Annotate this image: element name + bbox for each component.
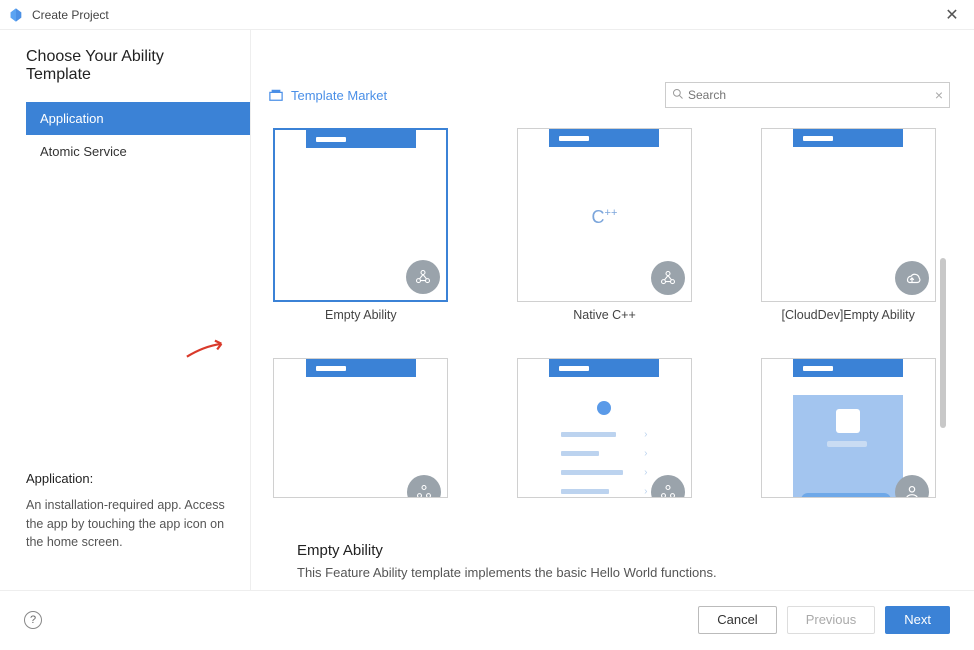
template-item[interactable] — [756, 358, 940, 498]
template-label: [CloudDev]Empty Ability — [781, 308, 914, 322]
annotation-arrow-icon — [183, 337, 229, 361]
top-row: Template Market × — [269, 82, 950, 108]
close-button[interactable]: ✕ — [938, 1, 966, 29]
template-clouddev-empty[interactable]: [CloudDev]Empty Ability — [756, 128, 940, 322]
tab-application[interactable]: Application — [26, 102, 250, 135]
template-badge-icon — [651, 475, 685, 498]
cloud-badge-icon — [895, 261, 929, 295]
cpp-icon: C++ — [549, 207, 659, 228]
search-icon — [672, 88, 684, 103]
tab-list: Application Atomic Service — [26, 102, 250, 168]
template-label: Native C++ — [573, 308, 636, 322]
template-thumb: › › › › — [517, 358, 692, 498]
detail-description: This Feature Ability template implements… — [297, 565, 950, 580]
template-badge-icon — [406, 260, 440, 294]
template-grid: Empty Ability C++ Native C++ — [269, 128, 950, 526]
description-block: Application: An installation-required ap… — [26, 471, 250, 572]
template-badge-icon — [895, 475, 929, 498]
next-button[interactable]: Next — [885, 606, 950, 634]
template-item[interactable] — [269, 358, 453, 498]
template-badge-icon — [407, 475, 441, 498]
template-thumb — [273, 128, 448, 302]
help-icon[interactable]: ? — [24, 611, 42, 629]
tab-atomic-service[interactable]: Atomic Service — [26, 135, 250, 168]
page-heading: Choose Your Ability Template — [26, 48, 250, 84]
template-badge-icon — [651, 261, 685, 295]
window-title: Create Project — [32, 8, 938, 22]
template-native-cpp[interactable]: C++ Native C++ — [513, 128, 697, 322]
template-thumb — [761, 128, 936, 302]
content-area: Choose Your Ability Template Application… — [0, 30, 974, 590]
left-panel: Choose Your Ability Template Application… — [0, 30, 251, 590]
selected-template-detail: Empty Ability This Feature Ability templ… — [269, 526, 950, 580]
search-box[interactable]: × — [665, 82, 950, 108]
description-body: An installation-required app. Access the… — [26, 496, 228, 552]
template-thumb: C++ — [517, 128, 692, 302]
scrollbar-thumb[interactable] — [940, 258, 946, 428]
search-input[interactable] — [688, 88, 935, 102]
template-empty-ability[interactable]: Empty Ability — [269, 128, 453, 322]
template-market-label: Template Market — [291, 88, 387, 103]
template-item[interactable]: › › › › — [513, 358, 697, 498]
template-market-link[interactable]: Template Market — [269, 88, 387, 103]
description-title: Application: — [26, 471, 228, 486]
template-thumb — [761, 358, 936, 498]
clear-search-icon[interactable]: × — [935, 87, 943, 103]
main-panel: Template Market × — [251, 30, 974, 590]
footer: ? Cancel Previous Next — [0, 590, 974, 648]
detail-title: Empty Ability — [297, 542, 950, 559]
template-label: Empty Ability — [325, 308, 397, 322]
market-icon — [269, 88, 283, 102]
template-thumb — [273, 358, 448, 498]
app-logo-icon — [8, 7, 24, 23]
previous-button: Previous — [787, 606, 876, 634]
titlebar: Create Project ✕ — [0, 0, 974, 30]
cancel-button[interactable]: Cancel — [698, 606, 776, 634]
left-spacer — [26, 168, 250, 471]
